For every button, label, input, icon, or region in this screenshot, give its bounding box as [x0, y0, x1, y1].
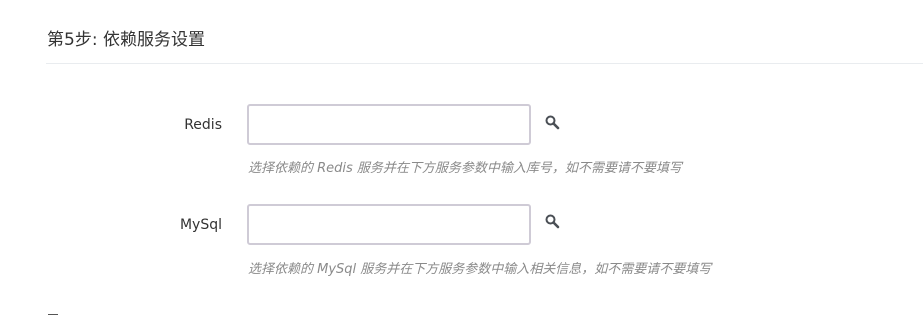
mysql-help-text: 选择依赖的 MySql 服务并在下方服务参数中输入相关信息，如不需要请不要填写 — [248, 262, 712, 277]
redis-input[interactable] — [247, 104, 531, 145]
step-title: 第5步: 依赖服务设置 — [47, 30, 205, 50]
redis-search-icon[interactable] — [544, 114, 562, 132]
mysql-input[interactable] — [247, 204, 531, 245]
mysql-search-icon[interactable] — [544, 213, 562, 231]
section-divider — [46, 63, 923, 64]
redis-help-text: 选择依赖的 Redis 服务并在下方服务参数中输入库号，如不需要请不要填写 — [248, 161, 682, 176]
redis-label: Redis — [184, 117, 222, 133]
mysql-label: MySql — [179, 217, 222, 233]
